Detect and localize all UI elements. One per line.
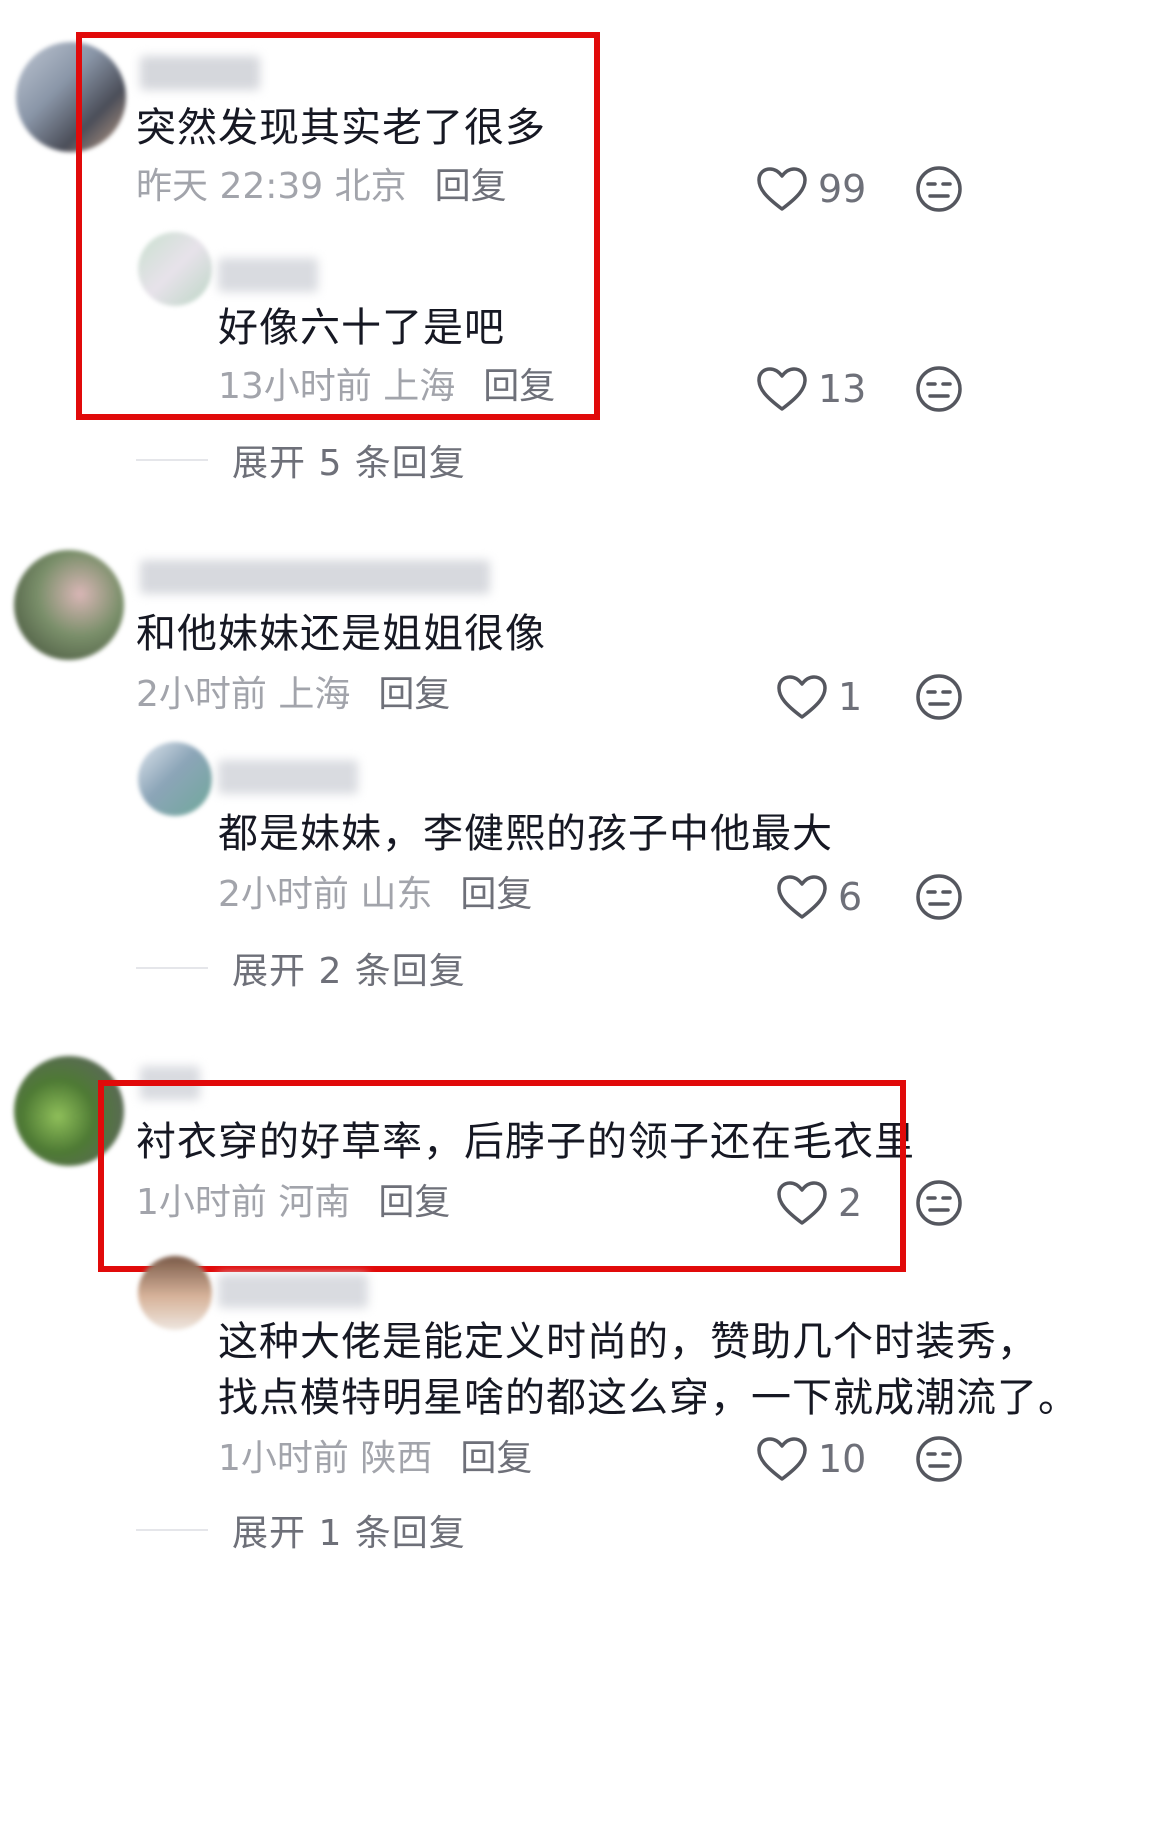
like-button[interactable]: 6 — [776, 874, 862, 920]
divider-line — [136, 1529, 208, 1531]
highlight-box — [98, 1080, 906, 1272]
like-count: 13 — [818, 367, 867, 411]
expand-replies[interactable]: 展开 1 条回复 — [136, 1504, 466, 1556]
reply-meta: 2小时前 山东 回复 — [218, 870, 532, 920]
meh-face-icon — [914, 1434, 964, 1484]
username-blurred[interactable] — [218, 1274, 368, 1308]
comment-time-location: 2小时前 上海 — [136, 674, 351, 715]
reply-button[interactable]: 回复 — [460, 874, 532, 915]
avatar[interactable] — [138, 742, 212, 816]
reply-time-location: 2小时前 山东 — [218, 874, 433, 915]
heart-icon — [776, 674, 828, 720]
dislike-button[interactable] — [914, 364, 964, 418]
heart-icon — [756, 366, 808, 412]
comment-text: 和他妹妹还是姐姐很像 — [136, 611, 546, 657]
meh-face-icon — [914, 872, 964, 922]
like-count: 6 — [838, 875, 863, 919]
reply-button[interactable]: 回复 — [460, 1438, 532, 1479]
avatar[interactable] — [138, 1256, 212, 1330]
meh-face-icon — [914, 672, 964, 722]
expand-replies[interactable]: 展开 5 条回复 — [136, 434, 466, 486]
heart-icon — [776, 874, 828, 920]
like-button[interactable]: 99 — [756, 166, 866, 212]
expand-replies[interactable]: 展开 2 条回复 — [136, 942, 466, 994]
username-blurred[interactable] — [218, 760, 358, 794]
reply-text-line2: 找点模特明星啥的都这么穿，一下就成潮流了。 — [218, 1375, 1079, 1421]
like-count: 10 — [818, 1437, 867, 1481]
meh-face-icon — [914, 364, 964, 414]
dislike-button[interactable] — [914, 1178, 964, 1232]
avatar[interactable] — [14, 550, 124, 660]
comment-meta: 2小时前 上海 回复 — [136, 670, 450, 720]
highlight-box — [76, 32, 600, 420]
reply-text-line1: 这种大佬是能定义时尚的，赞助几个时装秀， — [218, 1319, 1038, 1365]
expand-replies-label: 展开 5 条回复 — [232, 443, 466, 484]
like-count: 1 — [838, 675, 863, 719]
heart-icon — [756, 1436, 808, 1482]
dislike-button[interactable] — [914, 1434, 964, 1488]
dislike-button[interactable] — [914, 872, 964, 926]
meh-face-icon — [914, 164, 964, 214]
username-blurred[interactable] — [140, 560, 490, 594]
expand-replies-label: 展开 1 条回复 — [232, 1513, 466, 1554]
reply-button[interactable]: 回复 — [378, 674, 450, 715]
like-button[interactable]: 10 — [756, 1436, 866, 1482]
divider-line — [136, 967, 208, 969]
like-button[interactable]: 1 — [776, 674, 862, 720]
expand-replies-label: 展开 2 条回复 — [232, 951, 466, 992]
dislike-button[interactable] — [914, 164, 964, 218]
like-button[interactable]: 13 — [756, 366, 866, 412]
reply-meta: 1小时前 陕西 回复 — [218, 1434, 532, 1484]
reply-text: 都是妹妹，李健熙的孩子中他最大 — [218, 811, 833, 857]
like-count: 99 — [818, 167, 867, 211]
meh-face-icon — [914, 1178, 964, 1228]
heart-icon — [756, 166, 808, 212]
dislike-button[interactable] — [914, 672, 964, 726]
reply-time-location: 1小时前 陕西 — [218, 1438, 433, 1479]
divider-line — [136, 459, 208, 461]
